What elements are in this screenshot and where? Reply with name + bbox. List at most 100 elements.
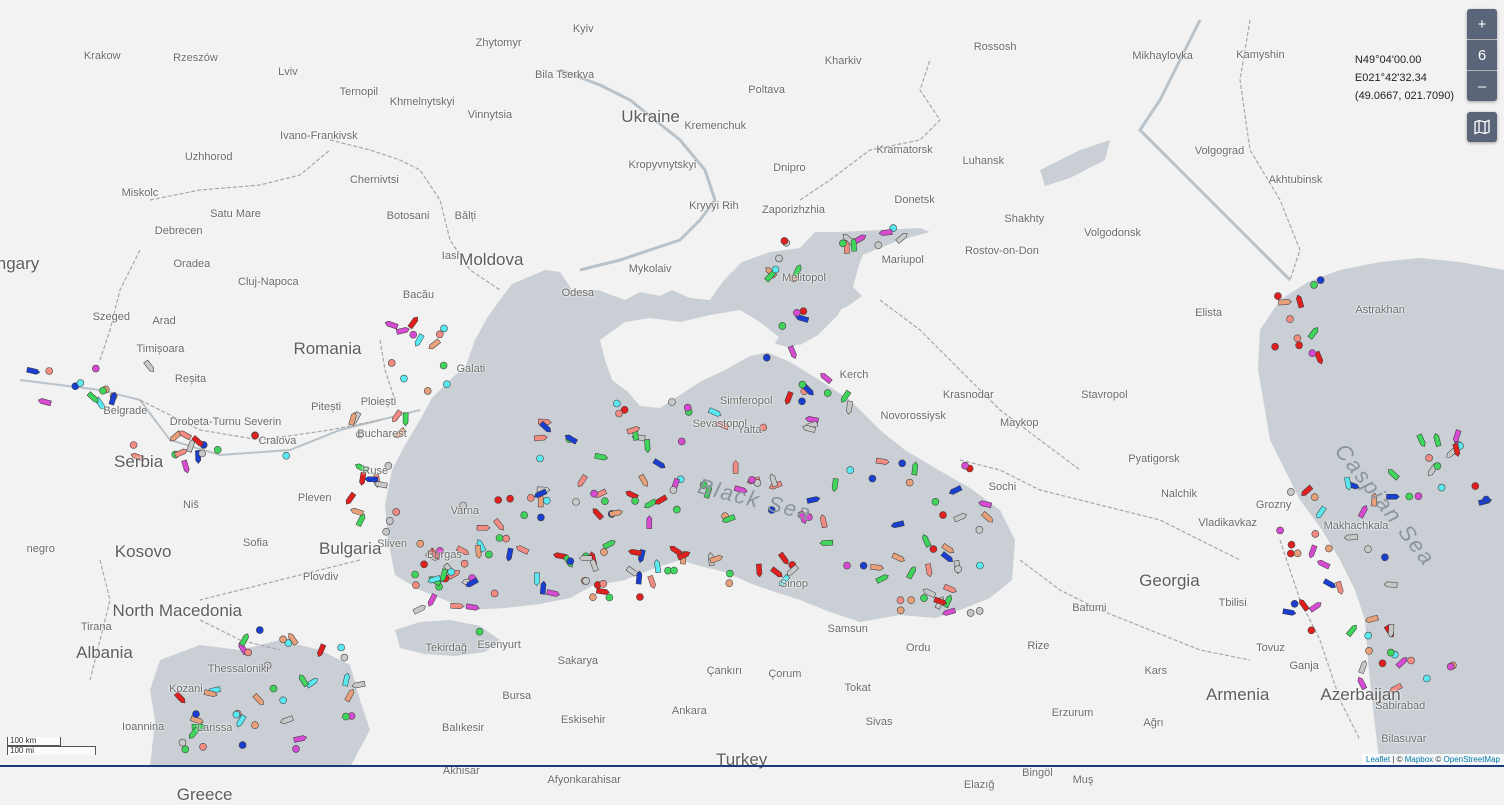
city-label: Reșita — [174, 372, 207, 385]
scale-bar: 100 km 100 mi — [7, 737, 96, 755]
city-label: Lviv — [278, 66, 298, 79]
vessel-marker — [798, 380, 807, 389]
vessel-marker — [1405, 492, 1414, 501]
vessel-marker — [975, 607, 984, 615]
vessel-marker — [520, 511, 529, 520]
vessel-marker — [279, 696, 288, 705]
vessel-marker — [677, 437, 686, 446]
vessel-marker — [1310, 281, 1318, 289]
vessel-marker — [748, 476, 756, 484]
city-label: Afyonkarahisar — [547, 773, 621, 786]
latitude-readout: N49°04'00.00 — [1354, 54, 1422, 66]
city-label: Volgodonsk — [1084, 226, 1141, 239]
vessel-marker — [582, 577, 590, 585]
city-label: Krakow — [83, 50, 121, 63]
city-label: Poltava — [748, 83, 786, 96]
city-label: Balıkesir — [442, 721, 485, 734]
vessel-marker — [954, 565, 962, 573]
vessel-marker — [1471, 482, 1480, 490]
map-layers-button[interactable] — [1467, 112, 1497, 142]
vessel-marker — [292, 745, 300, 753]
city-label: Tirana — [80, 621, 112, 634]
city-label: Uzhhorod — [184, 151, 233, 164]
vessel-marker — [420, 560, 428, 569]
city-label: Sochi — [988, 480, 1017, 493]
city-label: Larissa — [196, 722, 233, 735]
city-label: Samsun — [827, 623, 868, 636]
vessel-marker — [572, 498, 580, 506]
vessel-marker — [400, 374, 408, 383]
vessel-marker — [198, 449, 206, 458]
vessel-marker — [1387, 648, 1395, 657]
vessel-marker — [536, 454, 544, 463]
vessel-marker — [475, 627, 484, 636]
vessel-marker — [439, 361, 448, 370]
city-label: Ankara — [671, 704, 707, 717]
vessel-marker — [799, 307, 808, 316]
vessel-marker — [846, 466, 855, 474]
vessel-marker — [1433, 462, 1442, 470]
vessel-marker — [905, 478, 914, 487]
city-label: Oradea — [173, 257, 211, 270]
city-label: Shakhty — [1004, 213, 1045, 226]
vessel-marker — [589, 593, 597, 602]
vessel-marker — [976, 561, 984, 570]
vessel-marker — [1287, 549, 1295, 558]
city-label: Craiova — [258, 435, 297, 448]
city-label: Satu Mare — [210, 207, 261, 220]
vessel-marker — [1365, 646, 1373, 655]
vessel-marker — [771, 265, 780, 274]
city-label: Pyatigorsk — [1128, 453, 1180, 466]
vessel-marker — [402, 412, 409, 427]
zoom-in-button[interactable]: + — [1467, 9, 1497, 39]
mapbox-link[interactable]: Mapbox — [1405, 755, 1433, 764]
vessel-marker — [255, 626, 264, 634]
vessel-marker — [269, 684, 278, 693]
vessel-marker — [590, 489, 598, 498]
map-canvas[interactable]: Krakow Rzeszów Zhytomyr Kyiv Rossosh Lviv Bila… — [0, 0, 1504, 804]
vessel-marker — [423, 387, 432, 395]
city-label: Drobeta-Turnu Severin — [169, 415, 282, 428]
vessel-marker — [1311, 530, 1320, 538]
vessel-marker — [762, 353, 771, 362]
city-label: Çorum — [768, 668, 802, 681]
vessel-marker — [1325, 544, 1333, 553]
vessel-marker — [244, 648, 252, 657]
vessel-marker — [279, 635, 287, 644]
vessel-marker — [1364, 545, 1372, 554]
city-label: Niš — [182, 498, 199, 511]
decimal-coordinates: (49.0667, 021.7090) — [1354, 90, 1454, 102]
country-label: Romania — [293, 339, 362, 359]
vessel-marker — [485, 550, 493, 559]
city-label: Zaporizhzhia — [762, 204, 825, 217]
vessel-marker — [537, 513, 545, 522]
vessel-marker — [192, 710, 200, 718]
city-label: Sinop — [779, 578, 809, 591]
zoom-out-button[interactable]: – — [1467, 71, 1497, 101]
vessel-marker — [442, 380, 451, 389]
vessel-marker — [1364, 631, 1372, 640]
city-label: Makhachkala — [1323, 519, 1389, 532]
vessel-marker — [1274, 292, 1282, 300]
vessel-marker — [725, 579, 734, 588]
country-label: Bulgaria — [319, 539, 382, 559]
leaflet-link[interactable]: Leaflet — [1366, 755, 1390, 764]
city-label: Tovuz — [1256, 641, 1285, 654]
city-label: Sliven — [377, 538, 408, 551]
vessel-marker — [1423, 674, 1431, 683]
openstreetmap-link[interactable]: OpenStreetMap — [1444, 755, 1500, 764]
vessel-marker — [238, 741, 247, 749]
vessel-marker — [780, 237, 789, 245]
vessel-marker — [566, 557, 575, 566]
scale-mi: 100 mi — [7, 746, 96, 755]
city-label: Timișoara — [136, 343, 185, 356]
vessel-marker — [1425, 454, 1433, 462]
city-label: Rzeszów — [173, 51, 218, 64]
city-label: Ganja — [1289, 660, 1319, 673]
zoom-level-display: 6 — [1467, 40, 1497, 70]
vessel-marker — [435, 330, 444, 339]
city-label: Mykolaiv — [628, 262, 672, 275]
vessel-marker — [1287, 540, 1296, 549]
city-label: Pleven — [297, 492, 332, 505]
vessel-marker — [929, 545, 938, 553]
